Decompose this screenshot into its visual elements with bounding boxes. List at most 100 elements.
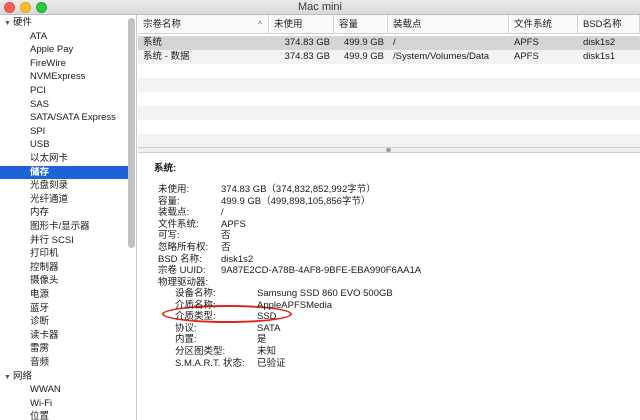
table-cell: 499.9 GB	[343, 37, 384, 48]
detail-field: 装载点: /	[158, 207, 628, 219]
sidebar-item[interactable]: SATA/SATA Express	[0, 111, 128, 125]
detail-field: 设备名称: Samsung SSD 860 EVO 500GB	[175, 288, 628, 300]
sidebar-item-label: 内存	[30, 207, 50, 219]
chevron-down-icon[interactable]: ▼	[4, 17, 13, 31]
sidebar: ▼ 硬件 ATA Apple Pay FireWire NVMExpress PCI SAS S…	[0, 15, 137, 420]
detail-field: 忽略所有权: 否	[158, 242, 628, 254]
sidebar-item[interactable]: WWAN	[0, 383, 128, 397]
sidebar-item-label: 并行 SCSI	[30, 234, 74, 246]
sidebar-group[interactable]: ▼ 硬件	[0, 16, 128, 30]
sidebar-item[interactable]: FireWire	[0, 57, 128, 71]
column-header[interactable]: 未使用	[269, 15, 334, 34]
field-label: 容量:	[158, 195, 180, 207]
sidebar-item-label: 位置	[30, 411, 50, 420]
sidebar-item[interactable]: SPI	[0, 125, 128, 139]
divider-handle-icon[interactable]	[386, 148, 391, 152]
sidebar-item[interactable]: 音频	[0, 356, 128, 370]
sidebar-item[interactable]: 诊断	[0, 315, 128, 329]
sidebar-item-label: 硬件	[13, 17, 33, 28]
sidebar-item[interactable]: 位置	[0, 410, 128, 420]
sidebar-item[interactable]: PCI	[0, 84, 128, 98]
sidebar-item[interactable]: 读卡器	[0, 329, 128, 343]
detail-field: S.M.A.R.T. 状态: 已验证	[175, 358, 628, 370]
field-value: APFS	[221, 218, 246, 230]
table-cell: 499.9 GB	[343, 51, 384, 62]
sidebar-item-label: 诊断	[30, 316, 50, 328]
column-header-label: 宗卷名称	[143, 19, 182, 30]
field-label: 介质类型:	[175, 311, 216, 323]
empty-row	[138, 134, 640, 148]
table-row[interactable]: 系统 374.83 GB 499.9 GB / APFS disk1s2	[138, 36, 640, 50]
table-row[interactable]: 系统 - 数据 374.83 GB 499.9 GB/System/Volumes/…	[138, 50, 640, 64]
detail-title: 系统:	[154, 163, 177, 174]
sidebar-item[interactable]: 内存	[0, 206, 128, 220]
sidebar-item-label: 光纤通道	[30, 193, 69, 205]
sidebar-item[interactable]: 蓝牙	[0, 302, 128, 316]
table-cell: disk1s2	[583, 37, 616, 48]
sidebar-item[interactable]: USB	[0, 138, 128, 152]
field-value: 374.83 GB（374,832,852,992字节）	[221, 184, 376, 195]
sidebar-item-label: 蓝牙	[30, 302, 50, 314]
sidebar-item[interactable]: 打印机	[0, 247, 128, 261]
sidebar-item-label: SATA/SATA Express	[30, 112, 116, 124]
sort-ascending-icon: ^	[258, 20, 262, 29]
field-value: 未知	[257, 346, 277, 357]
sidebar-item-label: 读卡器	[30, 329, 59, 341]
column-header[interactable]: 宗卷名称 ^	[138, 15, 269, 34]
sidebar-item[interactable]: 雷雳	[0, 342, 128, 356]
detail-field: 分区图类型: 未知	[175, 346, 628, 358]
sidebar-item[interactable]: 以太网卡	[0, 152, 128, 166]
sidebar-group[interactable]: ▼ 网络	[0, 370, 128, 384]
sidebar-item-label: 音频	[30, 357, 50, 368]
field-label: BSD 名称:	[158, 253, 202, 265]
field-value: /	[221, 207, 224, 219]
detail-field: 介质类型: SSD	[175, 311, 628, 323]
field-label: 分区图类型:	[175, 346, 226, 357]
detail-field: 协议: SATA	[175, 323, 628, 335]
sidebar-item[interactable]: NVMExpress	[0, 70, 128, 84]
field-label: 协议:	[175, 322, 197, 334]
field-value: SSD	[257, 311, 277, 323]
sidebar-item-label: PCI	[30, 85, 46, 96]
sidebar-item[interactable]: 电源	[0, 288, 128, 302]
sidebar-item-label: 图形卡/显示器	[30, 221, 90, 232]
sidebar-item-label: WWAN	[30, 384, 61, 396]
sidebar-item-label: 电源	[30, 289, 50, 300]
column-header[interactable]: 装载点	[388, 15, 509, 34]
sidebar-item[interactable]: SAS	[0, 98, 128, 112]
field-value: 是	[257, 334, 267, 346]
field-value: SATA	[257, 322, 281, 334]
empty-row	[138, 92, 640, 106]
sidebar-item[interactable]: 储存	[0, 165, 128, 180]
field-label: 可写:	[158, 230, 180, 242]
field-value: Samsung SSD 860 EVO 500GB	[257, 288, 393, 299]
column-header[interactable]: 容量	[334, 15, 388, 34]
sidebar-item[interactable]: Apple Pay	[0, 43, 128, 57]
chevron-down-icon[interactable]: ▼	[4, 371, 13, 385]
sidebar-item[interactable]: 光盘刻录	[0, 179, 128, 193]
field-value: disk1s2	[221, 253, 254, 265]
empty-row	[138, 78, 640, 92]
sidebar-item-label: 控制器	[30, 261, 59, 273]
table-cell: 系统 - 数据	[143, 51, 190, 62]
field-value: AppleAPFSMedia	[257, 299, 332, 311]
column-header-label: 未使用	[274, 19, 303, 30]
sidebar-scrollbar[interactable]	[128, 18, 135, 248]
empty-row	[138, 64, 640, 78]
sidebar-item[interactable]: 摄像头	[0, 274, 128, 288]
field-label: 文件系统:	[158, 218, 199, 230]
sidebar-item-label: FireWire	[30, 57, 66, 69]
empty-row	[138, 106, 640, 120]
sidebar-item[interactable]: Wi-Fi	[0, 397, 128, 411]
field-label: 宗卷 UUID:	[158, 265, 206, 277]
column-header[interactable]: 文件系统	[509, 15, 578, 34]
sidebar-item[interactable]: 光纤通道	[0, 193, 128, 207]
sidebar-item[interactable]: 图形卡/显示器	[0, 220, 128, 234]
sidebar-item-label: ATA	[30, 30, 48, 42]
column-header[interactable]: BSD名称	[578, 15, 640, 34]
sidebar-item[interactable]: 控制器	[0, 261, 128, 275]
field-label: 介质名称:	[175, 299, 216, 311]
field-value: 否	[221, 242, 231, 253]
sidebar-item[interactable]: ATA	[0, 30, 128, 44]
sidebar-item[interactable]: 并行 SCSI	[0, 234, 128, 248]
